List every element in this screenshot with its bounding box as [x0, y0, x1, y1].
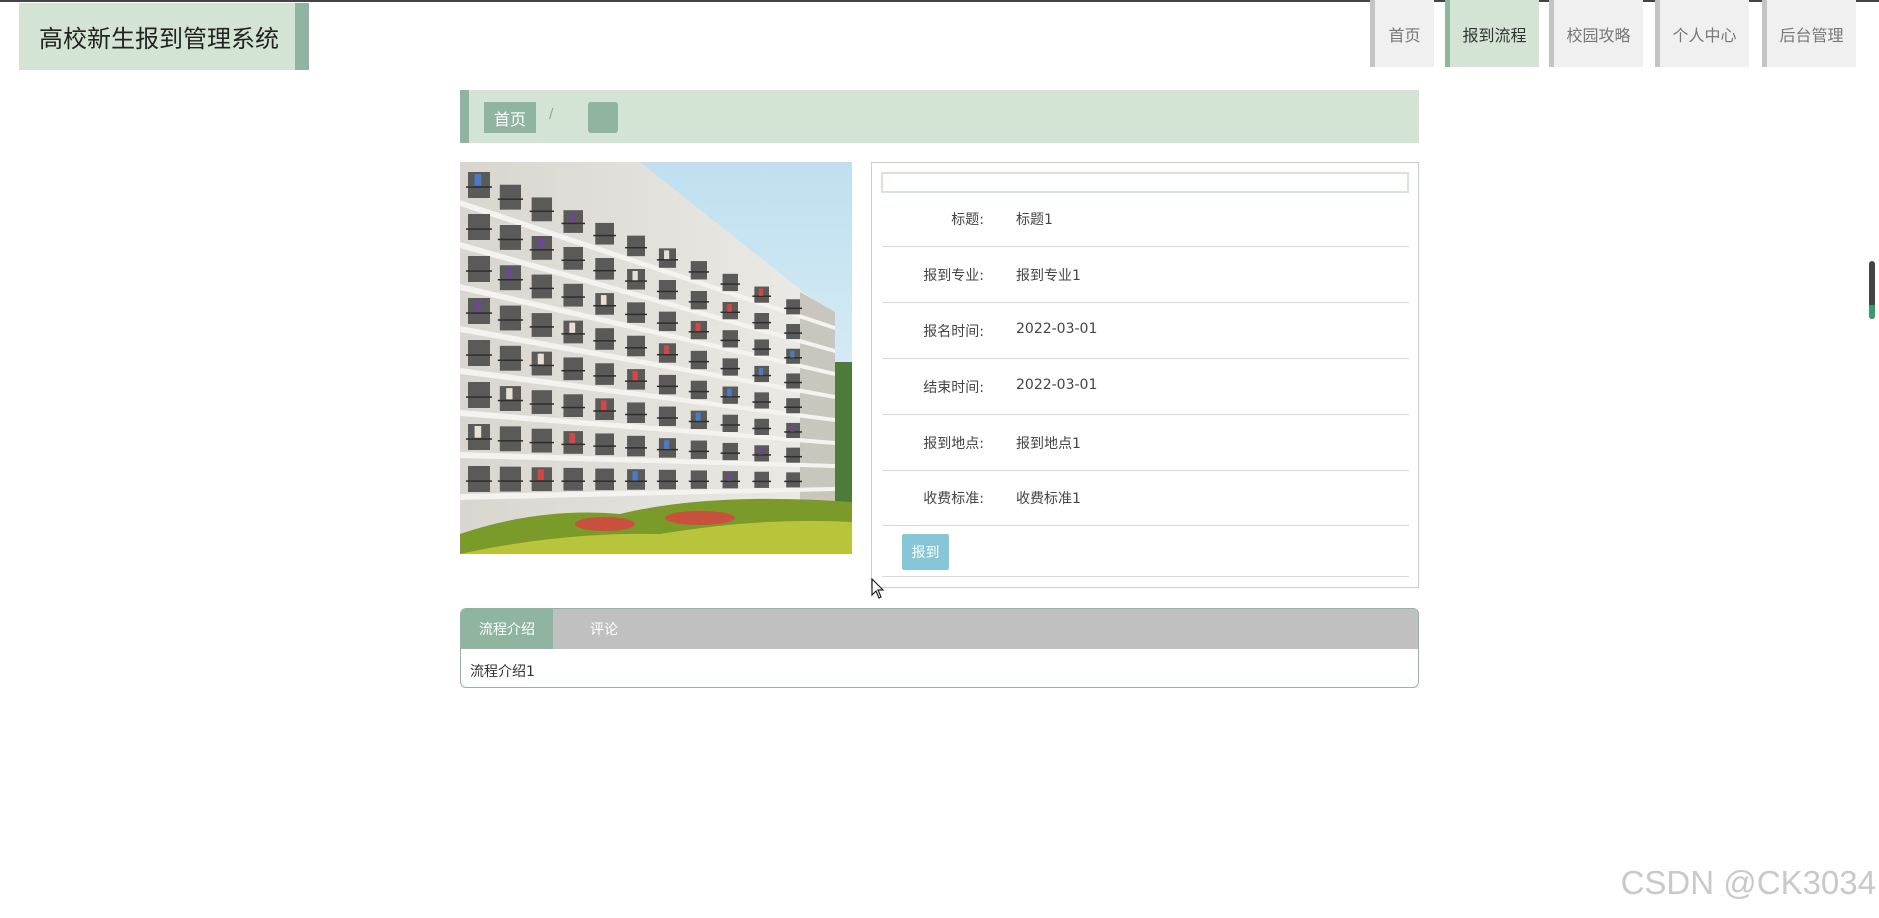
watermark-text: CSDN @CK3034 [1620, 864, 1876, 901]
tab-process-intro[interactable]: 流程介绍 [461, 609, 553, 649]
breadcrumb-home-link[interactable]: 首页 [484, 102, 536, 133]
field-label: 报到专业: [923, 268, 984, 284]
field-label: 标题: [951, 212, 984, 228]
breadcrumb: 首页 / [460, 90, 1419, 143]
nav-item-home[interactable]: 首页 [1370, 0, 1434, 67]
dormitory-building-image [460, 162, 852, 554]
scrollbar-thumb[interactable] [1869, 261, 1875, 319]
field-row-location: 报到地点: 报到地点1 [882, 416, 1409, 471]
report-button[interactable]: 报到 [902, 534, 949, 570]
field-value: 报到专业1 [1016, 268, 1081, 284]
field-value: 2022-03-01 [1016, 377, 1098, 393]
tab-bar: 流程介绍 评论 [461, 609, 1418, 649]
nav-item-report-process[interactable]: 报到流程 [1445, 0, 1539, 67]
field-row-fee: 收费标准: 收费标准1 [882, 471, 1409, 526]
field-row-signup-time: 报名时间: 2022-03-01 [882, 304, 1409, 359]
tab-comments[interactable]: 评论 [554, 609, 654, 649]
field-value: 标题1 [1016, 212, 1053, 228]
field-value: 2022-03-01 [1016, 321, 1098, 337]
process-image [460, 162, 852, 554]
tab-panel: 流程介绍 评论 流程介绍1 [460, 608, 1419, 688]
field-label: 收费标准: [923, 491, 984, 507]
scrollbar-indicator [1869, 305, 1875, 319]
field-row-major: 报到专业: 报到专业1 [882, 248, 1409, 303]
nav-item-admin[interactable]: 后台管理 [1762, 0, 1856, 67]
field-row-end-time: 结束时间: 2022-03-01 [882, 360, 1409, 415]
field-label: 报到地点: [923, 436, 984, 452]
detail-header-field [881, 172, 1409, 193]
field-value: 报到地点1 [1016, 436, 1081, 452]
tab-content: 流程介绍1 [470, 664, 535, 680]
breadcrumb-current [588, 102, 618, 133]
breadcrumb-separator: / [549, 107, 554, 122]
field-label: 结束时间: [923, 380, 984, 396]
mouse-cursor-icon [871, 577, 885, 604]
app-title: 高校新生报到管理系统 [39, 25, 279, 53]
field-row-title: 标题: 标题1 [882, 192, 1409, 247]
detail-panel: 标题: 标题1 报到专业: 报到专业1 报名时间: 2022-03-01 结束时… [871, 162, 1419, 588]
field-label: 报名时间: [923, 324, 984, 340]
divider [882, 576, 1409, 577]
nav-item-personal-center[interactable]: 个人中心 [1655, 0, 1749, 67]
app-logo[interactable]: 高校新生报到管理系统 [19, 3, 309, 70]
field-value: 收费标准1 [1016, 491, 1081, 507]
nav-item-campus-guide[interactable]: 校园攻略 [1549, 0, 1643, 67]
